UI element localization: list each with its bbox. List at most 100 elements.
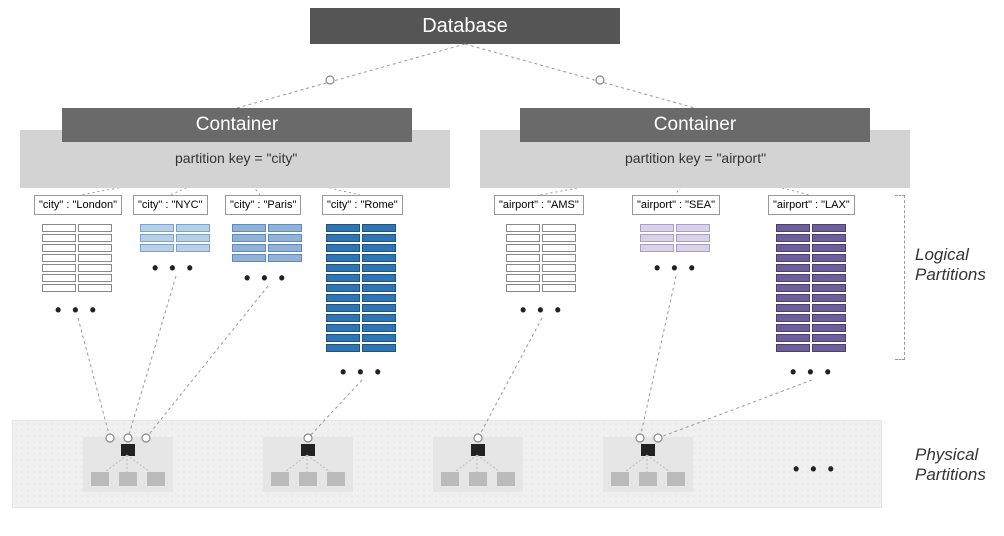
data-cell: [542, 254, 576, 262]
data-cell: [812, 294, 846, 302]
data-cell: [326, 294, 360, 302]
bracket-icon: [895, 195, 905, 360]
ellipsis-icon: • • •: [790, 362, 834, 383]
data-cell: [42, 254, 76, 262]
data-cell: [542, 284, 576, 292]
data-cell: [506, 244, 540, 252]
key-text: "city" : "Rome": [327, 199, 398, 211]
data-cell: [268, 234, 302, 242]
data-cell: [506, 284, 540, 292]
data-cell: [776, 324, 810, 332]
data-cell: [776, 294, 810, 302]
data-cell: [812, 324, 846, 332]
data-cell: [176, 234, 210, 242]
database-label: Database: [422, 15, 508, 38]
key-text: "airport" : "AMS": [499, 199, 579, 211]
data-cell: [232, 254, 266, 262]
key-text: "airport" : "LAX": [773, 199, 850, 211]
data-cell: [326, 284, 360, 292]
data-cell: [776, 274, 810, 282]
container-label-right: Container: [654, 114, 736, 136]
label-text: Logical Partitions: [915, 245, 986, 284]
data-cell: [42, 224, 76, 232]
ellipsis-icon: • • •: [55, 300, 99, 321]
key-text: "city" : "London": [39, 199, 117, 211]
data-cell: [776, 234, 810, 242]
data-cell: [506, 224, 540, 232]
data-cell: [362, 324, 396, 332]
data-cell: [362, 264, 396, 272]
data-cell: [78, 284, 112, 292]
data-cell: [268, 254, 302, 262]
data-cell: [812, 254, 846, 262]
data-cell: [78, 234, 112, 242]
data-cell: [640, 244, 674, 252]
key-box-lax: "airport" : "LAX": [768, 195, 855, 215]
data-cell: [812, 344, 846, 352]
data-cell: [776, 264, 810, 272]
data-cell: [362, 284, 396, 292]
data-cell: [326, 234, 360, 242]
data-cell: [676, 244, 710, 252]
key-text: "city" : "Paris": [230, 199, 296, 211]
data-cell: [326, 324, 360, 332]
data-cell: [140, 234, 174, 242]
data-cell: [640, 224, 674, 232]
data-cell: [326, 264, 360, 272]
data-cell: [542, 264, 576, 272]
key-box-sea: "airport" : "SEA": [632, 195, 720, 215]
partition-key-text: partition key = "airport": [625, 150, 766, 166]
data-cell: [776, 334, 810, 342]
data-cell: [640, 234, 674, 242]
data-grid-paris: [232, 224, 302, 262]
data-cell: [326, 254, 360, 262]
key-text: "airport" : "SEA": [637, 199, 715, 211]
key-box-ams: "airport" : "AMS": [494, 195, 584, 215]
data-grid-sea: [640, 224, 710, 252]
ellipsis-icon: • • •: [793, 459, 837, 480]
data-cell: [676, 234, 710, 242]
data-cell: [506, 264, 540, 272]
data-cell: [42, 244, 76, 252]
data-cell: [326, 244, 360, 252]
logical-partitions-label: Logical Partitions: [915, 245, 995, 285]
physical-partitions-label: Physical Partitions: [915, 445, 995, 485]
data-cell: [362, 224, 396, 232]
data-grid-ams: [506, 224, 576, 292]
key-box-paris: "city" : "Paris": [225, 195, 301, 215]
data-cell: [232, 244, 266, 252]
data-cell: [42, 284, 76, 292]
data-cell: [812, 244, 846, 252]
data-cell: [268, 244, 302, 252]
data-cell: [78, 244, 112, 252]
data-cell: [776, 244, 810, 252]
ellipsis-icon: • • •: [340, 362, 384, 383]
data-cell: [326, 304, 360, 312]
data-cell: [78, 254, 112, 262]
data-grid-rome: [326, 224, 396, 352]
partition-key-right: partition key = "airport": [625, 150, 766, 166]
data-cell: [326, 274, 360, 282]
data-cell: [506, 274, 540, 282]
partition-key-left: partition key = "city": [175, 150, 297, 166]
data-cell: [362, 344, 396, 352]
data-cell: [812, 274, 846, 282]
data-cell: [362, 274, 396, 282]
data-cell: [78, 224, 112, 232]
data-cell: [506, 234, 540, 242]
label-text: Physical Partitions: [915, 445, 986, 484]
data-grid-lax: [776, 224, 846, 352]
data-cell: [812, 264, 846, 272]
data-cell: [812, 284, 846, 292]
data-cell: [776, 314, 810, 322]
data-cell: [812, 234, 846, 242]
data-cell: [232, 224, 266, 232]
physical-node: [263, 437, 353, 492]
container-box-right: Container: [520, 108, 870, 142]
data-cell: [542, 244, 576, 252]
data-cell: [542, 234, 576, 242]
key-text: "city" : "NYC": [138, 199, 203, 211]
data-cell: [268, 224, 302, 232]
database-box: Database: [310, 8, 620, 44]
data-cell: [776, 304, 810, 312]
